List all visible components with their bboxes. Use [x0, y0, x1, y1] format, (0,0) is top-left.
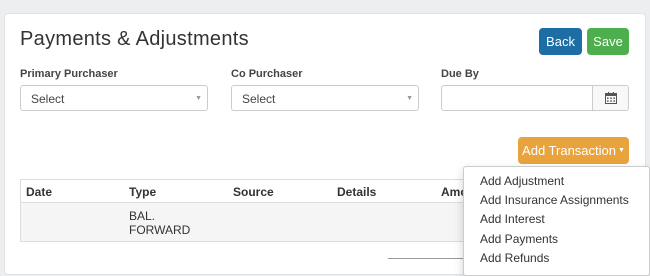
add-transaction-label: Add Transaction [522, 143, 616, 158]
save-button[interactable]: Save [587, 28, 629, 55]
add-transaction-button[interactable]: Add Transaction ▼ [518, 137, 629, 164]
co-purchaser-label: Co Purchaser [231, 68, 303, 80]
menu-item-add-insurance-assignments[interactable]: Add Insurance Assignments [480, 193, 629, 207]
caret-down-icon: ▼ [406, 95, 413, 102]
primary-purchaser-value: Select [31, 92, 65, 106]
column-header-date: Date [26, 185, 53, 199]
menu-item-add-refunds[interactable]: Add Refunds [480, 251, 549, 265]
menu-item-add-adjustment[interactable]: Add Adjustment [480, 174, 564, 188]
due-by-label: Due By [441, 68, 479, 80]
add-transaction-menu: Add Adjustment Add Insurance Assignments… [463, 166, 650, 276]
page-title: Payments & Adjustments [20, 28, 249, 50]
co-purchaser-value: Select [242, 92, 276, 106]
column-header-details: Details [337, 185, 377, 199]
menu-item-add-payments[interactable]: Add Payments [480, 232, 558, 246]
caret-down-icon: ▼ [618, 147, 625, 154]
primary-purchaser-select[interactable]: Select ▼ [20, 85, 208, 111]
calendar-button[interactable] [592, 86, 628, 110]
back-button[interactable]: Back [539, 28, 582, 55]
column-header-source: Source [233, 185, 274, 199]
co-purchaser-select[interactable]: Select ▼ [231, 85, 419, 111]
column-header-type: Type [129, 185, 157, 199]
cell-type-line2: FORWARD [129, 223, 191, 237]
due-by-input[interactable] [441, 85, 629, 111]
menu-item-add-interest[interactable]: Add Interest [480, 212, 545, 226]
caret-down-icon: ▼ [195, 95, 202, 102]
calendar-icon [604, 92, 617, 104]
cell-type-line1: BAL. [129, 209, 156, 223]
primary-purchaser-label: Primary Purchaser [20, 68, 118, 80]
